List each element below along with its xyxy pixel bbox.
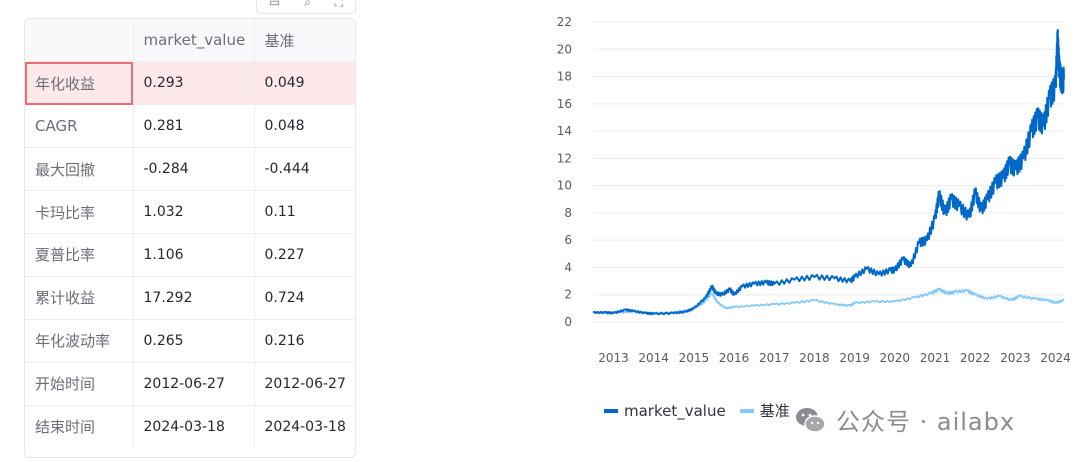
x-tick-label: 2015 — [679, 351, 710, 365]
benchmark-cell[interactable]: 0.048 — [254, 104, 355, 149]
row-label[interactable]: 年化收益 — [25, 61, 134, 106]
benchmark-cell[interactable]: 2024-03-18 — [254, 405, 355, 448]
x-tick-label: 2023 — [1000, 351, 1031, 365]
legend-label-market-value: market_value — [624, 401, 726, 420]
y-tick-label: 2 — [564, 288, 572, 302]
watermark-text: 公众号 · ailabx — [836, 408, 1016, 436]
y-tick-label: 14 — [557, 124, 572, 138]
table-row[interactable]: 结束时间 2024-03-18 2024-03-18 — [25, 405, 355, 448]
benchmark-cell[interactable]: -0.444 — [254, 147, 355, 192]
download-icon[interactable]: ▭ — [269, 0, 280, 9]
metrics-table: market_value 基准 年化收益 0.293 0.049 CAGR 0.281 0… — [24, 18, 356, 458]
x-tick-label: 2021 — [920, 351, 951, 365]
market-value-cell[interactable]: 1.106 — [133, 233, 255, 277]
table-toolbar: ▭ ⌕ ⛶ — [256, 0, 356, 14]
x-axis: 2013 2014 2015 2016 2017 2018 2019 2020 2021 2022… — [598, 351, 1071, 365]
table-row[interactable]: 开始时间 2012-06-27 2012-06-27 — [25, 362, 355, 406]
series-line-market-value — [592, 28, 1065, 316]
market-value-cell[interactable]: 2012-06-27 — [133, 362, 255, 406]
column-header-benchmark[interactable]: 基准 — [254, 19, 355, 63]
market-value-cell[interactable]: -0.284 — [133, 147, 255, 192]
x-tick-label: 2018 — [799, 351, 830, 365]
series-line-benchmark — [592, 287, 1065, 315]
watermark: 公众号 · ailabx — [794, 402, 1015, 437]
chart-legend: market_value 基准 — [604, 400, 804, 421]
y-tick-label: 18 — [557, 70, 572, 84]
row-label[interactable]: 年化波动率 — [25, 319, 134, 363]
chart-series — [592, 28, 1065, 316]
legend-label-benchmark: 基准 — [759, 402, 790, 420]
y-tick-label: 20 — [557, 42, 572, 56]
benchmark-cell[interactable]: 0.049 — [254, 61, 355, 106]
fullscreen-icon[interactable]: ⛶ — [335, 0, 343, 10]
table-row[interactable]: CAGR 0.281 0.048 — [25, 104, 355, 149]
table-row[interactable]: 年化收益 0.293 0.049 — [25, 61, 355, 106]
y-tick-label: 0 — [564, 315, 572, 329]
row-label[interactable]: 卡玛比率 — [25, 190, 134, 234]
benchmark-cell[interactable]: 0.724 — [254, 276, 355, 320]
row-label[interactable]: 夏普比率 — [25, 233, 134, 277]
row-label[interactable]: 累计收益 — [25, 276, 134, 320]
table-row[interactable]: 夏普比率 1.106 0.227 — [25, 233, 355, 277]
y-tick-label: 12 — [557, 151, 572, 165]
line-chart: 0246810121416182022 2013 2014 2015 2016 2017… — [557, 15, 1071, 365]
x-tick-label: 2017 — [759, 351, 790, 365]
table-row[interactable]: 最大回撤 -0.284 -0.444 — [25, 147, 355, 192]
benchmark-cell[interactable]: 0.216 — [254, 319, 355, 363]
row-label[interactable]: CAGR — [25, 104, 134, 149]
row-label[interactable]: 最大回撤 — [25, 147, 134, 192]
table-row[interactable]: 年化波动率 0.265 0.216 — [25, 319, 355, 363]
benchmark-cell[interactable]: 0.227 — [254, 233, 355, 277]
market-value-cell[interactable]: 0.293 — [133, 61, 255, 106]
column-header-market-value[interactable]: market_value — [133, 19, 255, 63]
row-label[interactable]: 开始时间 — [25, 362, 134, 406]
table-row[interactable]: 累计收益 17.292 0.724 — [25, 276, 355, 320]
benchmark-cell[interactable]: 2012-06-27 — [254, 362, 355, 406]
y-tick-label: 4 — [564, 260, 572, 274]
market-value-cell[interactable]: 17.292 — [133, 276, 255, 320]
wechat-icon — [794, 405, 826, 435]
x-tick-label: 2013 — [598, 351, 629, 365]
legend-swatch-benchmark — [739, 408, 754, 413]
x-tick-label: 2016 — [719, 351, 750, 365]
x-tick-label: 2019 — [839, 351, 870, 365]
table-header-row: market_value 基准 — [25, 19, 355, 63]
search-icon[interactable]: ⌕ — [304, 0, 311, 10]
benchmark-cell[interactable]: 0.11 — [254, 190, 355, 234]
row-label[interactable]: 结束时间 — [25, 405, 134, 448]
y-tick-label: 16 — [557, 97, 572, 111]
table-row[interactable]: 卡玛比率 1.032 0.11 — [25, 190, 355, 234]
x-tick-label: 2014 — [638, 351, 669, 365]
market-value-cell[interactable]: 0.265 — [133, 319, 255, 363]
market-value-cell[interactable]: 1.032 — [133, 190, 255, 234]
y-tick-label: 22 — [557, 15, 572, 29]
x-tick-label: 2024 — [1040, 351, 1071, 365]
legend-item-benchmark[interactable]: 基准 — [739, 400, 790, 421]
x-tick-label: 2020 — [880, 351, 911, 365]
y-tick-label: 6 — [564, 233, 572, 247]
market-value-cell[interactable]: 2024-03-18 — [133, 405, 255, 448]
x-tick-label: 2022 — [960, 351, 991, 365]
legend-item-market-value[interactable]: market_value — [604, 402, 726, 420]
market-value-cell[interactable]: 0.281 — [133, 104, 255, 149]
y-tick-label: 8 — [564, 206, 572, 220]
y-axis: 0 2 4 6 8 10 12 14 16 18 20 22 — [557, 15, 572, 329]
column-header-index[interactable] — [25, 19, 134, 63]
legend-swatch-market-value — [604, 408, 618, 413]
y-tick-label: 10 — [557, 179, 572, 193]
